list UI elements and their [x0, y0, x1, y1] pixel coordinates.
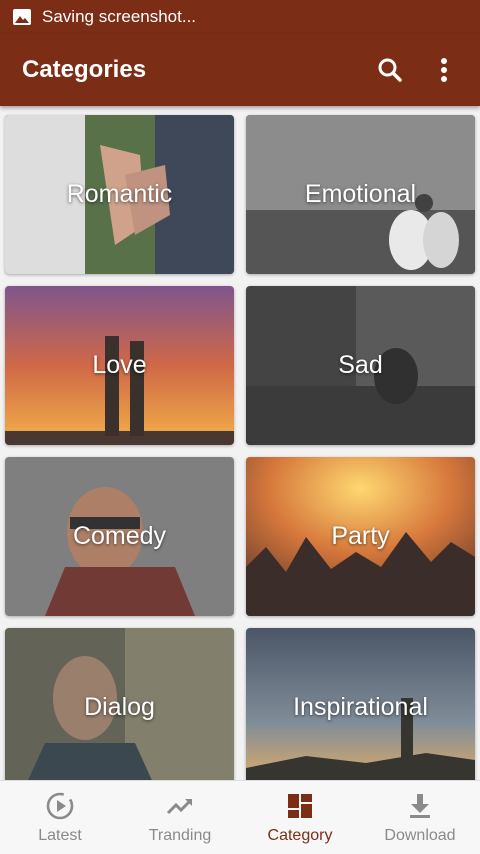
trending-up-icon — [166, 798, 193, 814]
category-label: Love — [92, 351, 147, 379]
nav-label: Latest — [38, 826, 82, 844]
status-text: Saving screenshot... — [42, 7, 197, 26]
category-dialog[interactable]: Dialog — [5, 628, 234, 780]
category-sad[interactable]: Sad — [246, 286, 475, 445]
image-icon — [13, 9, 31, 25]
search-icon — [378, 58, 402, 82]
category-emotional[interactable]: Emotional — [246, 115, 475, 274]
category-party[interactable]: Party — [246, 457, 475, 616]
bottom-navigation: Latest Tranding Category Download — [0, 780, 480, 854]
search-button[interactable] — [374, 54, 406, 86]
nav-label: Category — [267, 826, 333, 844]
nav-latest[interactable]: Latest — [0, 781, 120, 854]
status-bar: Saving screenshot... — [0, 0, 480, 34]
category-label: Inspirational — [293, 693, 428, 721]
grid-icon — [288, 793, 312, 818]
nav-label: Download — [384, 826, 456, 844]
category-label: Comedy — [72, 522, 167, 550]
category-label: Romantic — [66, 180, 173, 208]
page-title: Categories — [22, 56, 147, 83]
category-comedy[interactable]: Comedy — [5, 457, 234, 616]
category-love[interactable]: Love — [5, 286, 234, 445]
nav-download[interactable]: Download — [360, 781, 480, 854]
download-icon — [410, 793, 430, 818]
category-inspirational[interactable]: Inspirational — [246, 628, 475, 780]
more-vert-icon — [441, 58, 447, 82]
category-romantic[interactable]: Romantic — [5, 115, 234, 274]
category-label: Sad — [338, 351, 383, 379]
play-circle-icon — [46, 792, 74, 819]
category-grid: Romantic Emotional Love Sad Comedy Party… — [0, 106, 480, 780]
nav-category[interactable]: Category — [240, 781, 360, 854]
overflow-menu-button[interactable] — [428, 54, 460, 86]
nav-tranding[interactable]: Tranding — [120, 781, 240, 854]
app-bar: Categories — [0, 34, 480, 106]
category-label: Emotional — [304, 180, 417, 208]
nav-label: Tranding — [148, 826, 212, 844]
category-label: Party — [331, 522, 390, 550]
category-label: Dialog — [84, 693, 155, 721]
